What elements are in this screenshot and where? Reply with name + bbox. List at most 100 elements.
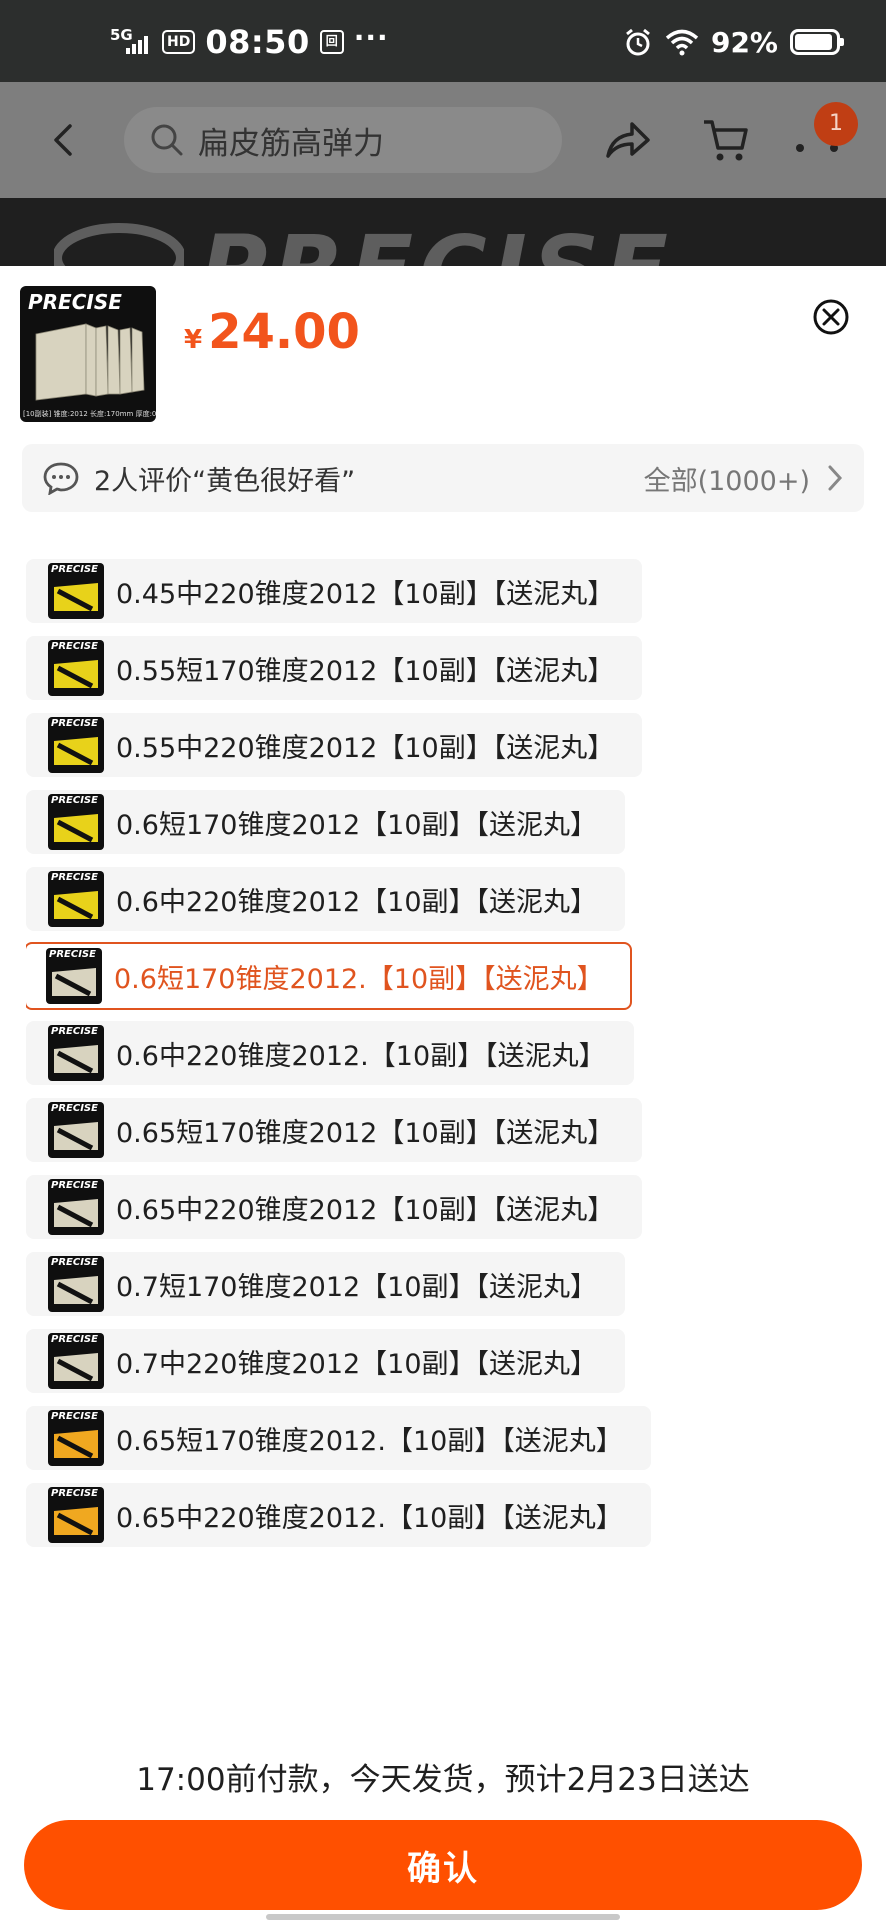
sku-swatch-image: PRECISE [48,717,104,773]
sku-swatch-image: PRECISE [48,1179,104,1235]
sku-swatch-image: PRECISE [48,794,104,850]
sku-option[interactable]: PRECISE 0.7短170锥度2012【10副】【送泥丸】 [26,1252,626,1316]
swatch-band-icon [54,1045,98,1074]
sku-swatch-image: PRECISE [48,1102,104,1158]
product-thumbnail[interactable]: PRECISE [10副装] 锥度:2012 长度:170mm 厚度:0.6 [20,286,156,422]
sku-option-label: 0.55短170锥度2012【10副】【送泥丸】 [116,655,615,687]
swatch-band-icon [52,968,96,997]
share-icon[interactable] [602,116,652,164]
search-placeholder: 扁皮筋高弹力 [198,125,384,162]
sku-option-label: 0.65中220锥度2012【10副】【送泥丸】 [116,1194,615,1226]
swatch-brand: PRECISE [51,872,98,883]
swatch-band-icon [54,891,98,920]
review-text: 2人评价“黄色很好看” [94,465,356,497]
sku-swatch-image: PRECISE [48,640,104,696]
cart-icon[interactable] [700,116,750,164]
comment-icon [43,462,79,495]
clock: 08:50 [205,23,310,61]
cart-badge: 1 [814,102,858,146]
top-navigation: 扁皮筋高弹力 1 [0,82,886,198]
currency-symbol: ¥ [184,325,203,355]
hd-icon: HD [162,30,196,54]
sku-option-label: 0.7短170锥度2012【10副】【送泥丸】 [116,1271,598,1303]
confirm-button[interactable]: 确认 [24,1820,862,1910]
sku-swatch-image: PRECISE [48,1256,104,1312]
sku-option-label: 0.65中220锥度2012.【10副】【送泥丸】 [116,1502,623,1534]
search-input[interactable]: 扁皮筋高弹力 [124,107,562,173]
sku-option-label: 0.6中220锥度2012.【10副】【送泥丸】 [116,1040,606,1072]
chevron-right-icon [828,465,843,491]
cellular-signal-icon: 5G [108,24,152,60]
swatch-brand: PRECISE [51,1411,98,1422]
sku-option[interactable]: PRECISE 0.55中220锥度2012【10副】【送泥丸】 [26,713,643,777]
sku-option[interactable]: PRECISE 0.65短170锥度2012【10副】【送泥丸】 [26,1098,643,1162]
brand-logo-icon [54,223,184,266]
swatch-band-icon [54,737,98,766]
price-value: 24.00 [208,304,360,360]
price: ¥ 24.00 [184,304,360,360]
sku-option-list: PRECISE 0.45中220锥度2012【10副】【送泥丸】 PRECISE 0.… [26,559,866,1739]
swatch-band-icon [54,814,98,843]
swatch-brand: PRECISE [51,718,98,729]
status-right: 92% [623,24,844,60]
sku-option[interactable]: PRECISE 0.6中220锥度2012.【10副】【送泥丸】 [26,1021,634,1085]
wifi-icon [665,29,699,56]
swatch-band-icon [54,1122,98,1151]
swatch-brand: PRECISE [51,641,98,652]
sku-option-label: 0.6中220锥度2012【10副】【送泥丸】 [116,886,598,918]
search-icon [151,124,183,156]
swatch-band-icon [54,1430,98,1459]
sku-option[interactable]: PRECISE 0.55短170锥度2012【10副】【送泥丸】 [26,636,643,700]
sku-option-label: 0.55中220锥度2012【10副】【送泥丸】 [116,732,615,764]
product-banner: PRECISE [0,198,886,266]
swatch-band-icon [54,1199,98,1228]
swatch-brand: PRECISE [51,1026,98,1037]
swatch-band-icon [54,1276,98,1305]
swatch-brand: PRECISE [51,1334,98,1345]
home-indicator [266,1914,620,1920]
sku-swatch-image: PRECISE [48,563,104,619]
footer: 17:00前付款，今天发货，预计2月23日送达 确认 [0,1740,886,1920]
sku-swatch-image: PRECISE [48,1333,104,1389]
swatch-band-icon [54,1507,98,1536]
sku-selection-sheet: PRECISE [10副装] 锥度:2012 长度:170mm 厚度:0.6 ¥… [0,266,886,1920]
sku-option[interactable]: PRECISE 0.65中220锥度2012【10副】【送泥丸】 [26,1175,643,1239]
sku-option[interactable]: PRECISE 0.45中220锥度2012【10副】【送泥丸】 [26,559,643,623]
sku-option[interactable]: PRECISE 0.6中220锥度2012【10副】【送泥丸】 [26,867,626,931]
battery-icon [790,29,844,55]
sku-option[interactable]: PRECISE 0.6短170锥度2012.【10副】【送泥丸】 [26,942,632,1010]
more-notifications-icon: ··· [353,20,389,54]
sku-option[interactable]: PRECISE 0.65中220锥度2012.【10副】【送泥丸】 [26,1483,651,1547]
sku-option[interactable]: PRECISE 0.6短170锥度2012【10副】【送泥丸】 [26,790,626,854]
sku-option-label: 0.6短170锥度2012.【10副】【送泥丸】 [114,963,604,995]
swatch-brand: PRECISE [51,1257,98,1268]
product-image-icon [35,323,145,401]
sku-option-label: 0.65短170锥度2012【10副】【送泥丸】 [116,1117,615,1149]
sku-option[interactable]: PRECISE 0.7中220锥度2012【10副】【送泥丸】 [26,1329,626,1393]
swatch-brand: PRECISE [51,795,98,806]
swatch-band-icon [54,1353,98,1382]
sku-swatch-image: PRECISE [48,1410,104,1466]
sku-swatch-image: PRECISE [48,1025,104,1081]
swatch-brand: PRECISE [49,949,96,960]
sku-option-label: 0.65短170锥度2012.【10副】【送泥丸】 [116,1425,623,1457]
delivery-estimate: 17:00前付款，今天发货，预计2月23日送达 [136,1762,750,1798]
swatch-brand: PRECISE [51,1103,98,1114]
back-arrow-icon[interactable] [44,118,84,162]
swatch-brand: PRECISE [51,564,98,575]
thumb-caption: [10副装] 锥度:2012 长度:170mm 厚度:0.6 [23,410,156,418]
alarm-icon [626,28,650,56]
status-bar: 5G HD 08:50 回 ··· 92% [0,0,886,82]
swatch-brand: PRECISE [51,1180,98,1191]
review-all-link[interactable]: 全部(1000+) [644,459,810,498]
battery-percent: 92% [710,25,778,59]
sku-option[interactable]: PRECISE 0.65短170锥度2012.【10副】【送泥丸】 [26,1406,651,1470]
sku-option-label: 0.6短170锥度2012【10副】【送泥丸】 [116,809,598,841]
sku-swatch-image: PRECISE [48,1487,104,1543]
sku-swatch-image: PRECISE [48,871,104,927]
swatch-band-icon [54,660,98,689]
close-icon[interactable] [812,298,850,336]
review-summary[interactable]: 2人评价“黄色很好看” 全部(1000+) [22,444,864,512]
swatch-brand: PRECISE [51,1488,98,1499]
sku-option-label: 0.7中220锥度2012【10副】【送泥丸】 [116,1348,598,1380]
